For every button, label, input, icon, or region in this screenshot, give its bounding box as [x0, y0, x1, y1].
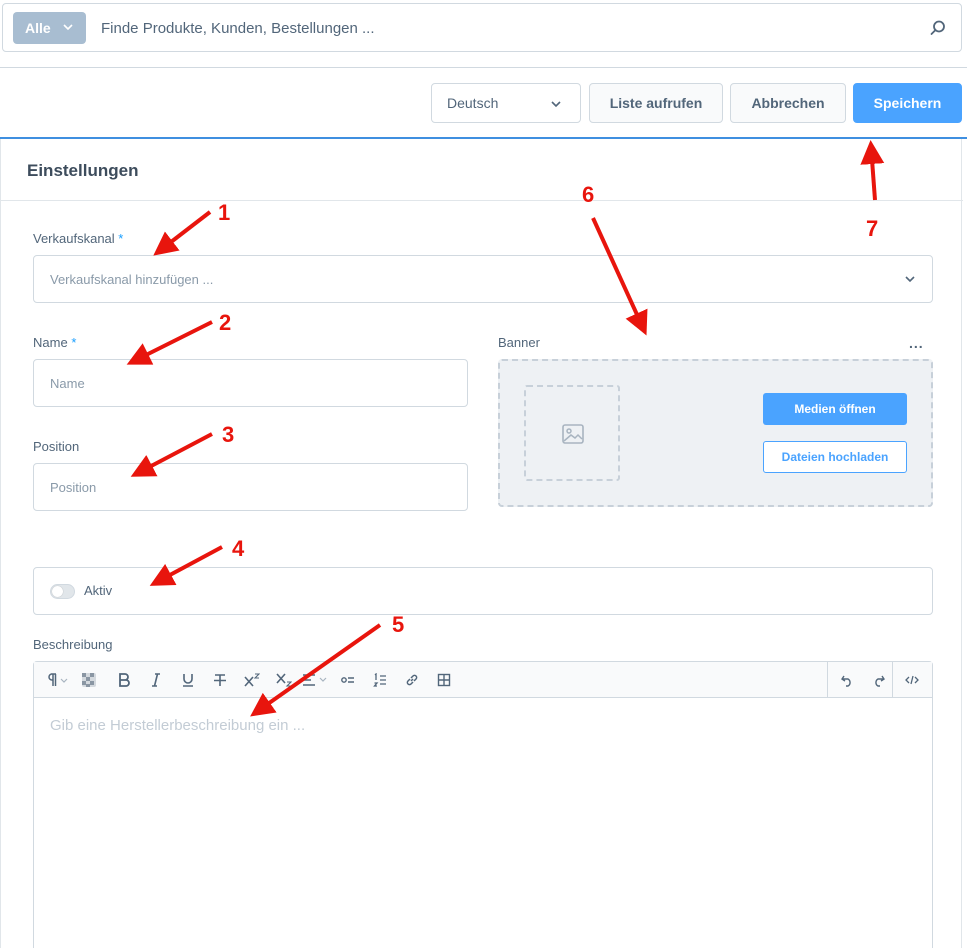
banner-preview [524, 385, 620, 481]
strikethrough-button[interactable] [210, 671, 230, 689]
underline-button[interactable] [178, 671, 198, 689]
editor-toolbar [34, 662, 932, 698]
search-icon[interactable] [929, 19, 947, 37]
required-marker: * [118, 231, 124, 246]
search-type-label: Alle [25, 20, 51, 36]
settings-card: Einstellungen Verkaufskanal * Verkaufska… [0, 139, 963, 948]
name-input[interactable]: Name [33, 359, 468, 407]
open-media-button[interactable]: Medien öffnen [763, 393, 907, 425]
open-list-button[interactable]: Liste aufrufen [589, 83, 723, 123]
link-icon [406, 674, 418, 686]
sales-channel-placeholder: Verkaufskanal hinzufügen ... [50, 271, 214, 287]
undo-button[interactable] [837, 671, 857, 689]
table-icon [437, 673, 451, 687]
strikethrough-icon [214, 674, 226, 686]
language-select[interactable]: Deutsch [431, 83, 581, 123]
card-divider [1, 200, 963, 201]
banner-label: Banner [498, 335, 540, 350]
bold-icon [119, 673, 130, 687]
toolbar-separator [827, 662, 828, 698]
italic-icon [152, 673, 160, 687]
upload-files-button[interactable]: Dateien hochladen [763, 441, 907, 473]
position-label: Position [33, 439, 80, 454]
card-title: Einstellungen [27, 161, 139, 180]
toggle-knob [52, 586, 63, 597]
numbered-list-icon [373, 673, 386, 687]
active-switch-field: Aktiv [33, 567, 933, 615]
chevron-down-icon [905, 276, 915, 283]
description-editor: Gib eine Herstellerbeschreibung ein ... [33, 661, 933, 948]
active-toggle[interactable] [50, 584, 75, 599]
banner-more-button[interactable]: ... [909, 335, 924, 351]
redo-button[interactable] [869, 671, 889, 689]
bullet-list-icon [341, 677, 354, 683]
code-view-button[interactable] [902, 671, 922, 689]
language-select-value: Deutsch [447, 95, 499, 111]
description-placeholder[interactable]: Gib eine Herstellerbeschreibung ein ... [50, 717, 305, 734]
position-input[interactable]: Position [33, 463, 468, 511]
chevron-down-icon [551, 101, 561, 108]
underline-icon [183, 674, 193, 687]
redo-icon [875, 675, 885, 687]
sales-channel-label-text: Verkaufskanal [33, 231, 115, 246]
smart-bar: Deutsch Liste aufrufen Abbrechen Speiche… [0, 67, 967, 139]
table-button[interactable] [434, 671, 454, 689]
numbered-list-button[interactable] [370, 671, 390, 689]
subscript-icon [276, 673, 292, 687]
text-color-button[interactable] [79, 671, 99, 689]
search-input[interactable]: Finde Produkte, Kunden, Bestellungen ... [101, 20, 375, 37]
sales-channel-label: Verkaufskanal * [33, 231, 123, 246]
color-icon [82, 673, 96, 687]
save-button[interactable]: Speichern [853, 83, 962, 123]
cancel-button[interactable]: Abbrechen [730, 83, 846, 123]
toolbar-separator [892, 662, 893, 698]
image-icon [562, 424, 584, 444]
subscript-button[interactable] [274, 671, 294, 689]
chevron-down-icon [63, 24, 73, 31]
paragraph-format-button[interactable] [44, 671, 72, 689]
undo-icon [841, 675, 851, 687]
description-label: Beschreibung [33, 637, 113, 652]
banner-upload-area[interactable]: Medien öffnen Dateien hochladen [498, 359, 933, 507]
text-align-button[interactable] [300, 671, 330, 689]
bullet-list-button[interactable] [338, 671, 358, 689]
superscript-icon [244, 673, 260, 687]
link-button[interactable] [402, 671, 422, 689]
required-marker: * [71, 335, 77, 350]
italic-button[interactable] [146, 671, 166, 689]
align-icon [303, 674, 327, 686]
active-label: Aktiv [84, 583, 113, 598]
paragraph-icon [48, 673, 68, 686]
position-placeholder: Position [50, 479, 97, 495]
sales-channel-select[interactable]: Verkaufskanal hinzufügen ... [33, 255, 933, 303]
name-label: Name * [33, 335, 76, 350]
bold-button[interactable] [114, 671, 134, 689]
name-label-text: Name [33, 335, 68, 350]
search-type-dropdown[interactable]: Alle [13, 12, 86, 44]
superscript-button[interactable] [242, 671, 262, 689]
global-search-bar: Alle Finde Produkte, Kunden, Bestellunge… [2, 3, 962, 52]
code-view-icon [905, 675, 919, 685]
name-placeholder: Name [50, 375, 85, 391]
